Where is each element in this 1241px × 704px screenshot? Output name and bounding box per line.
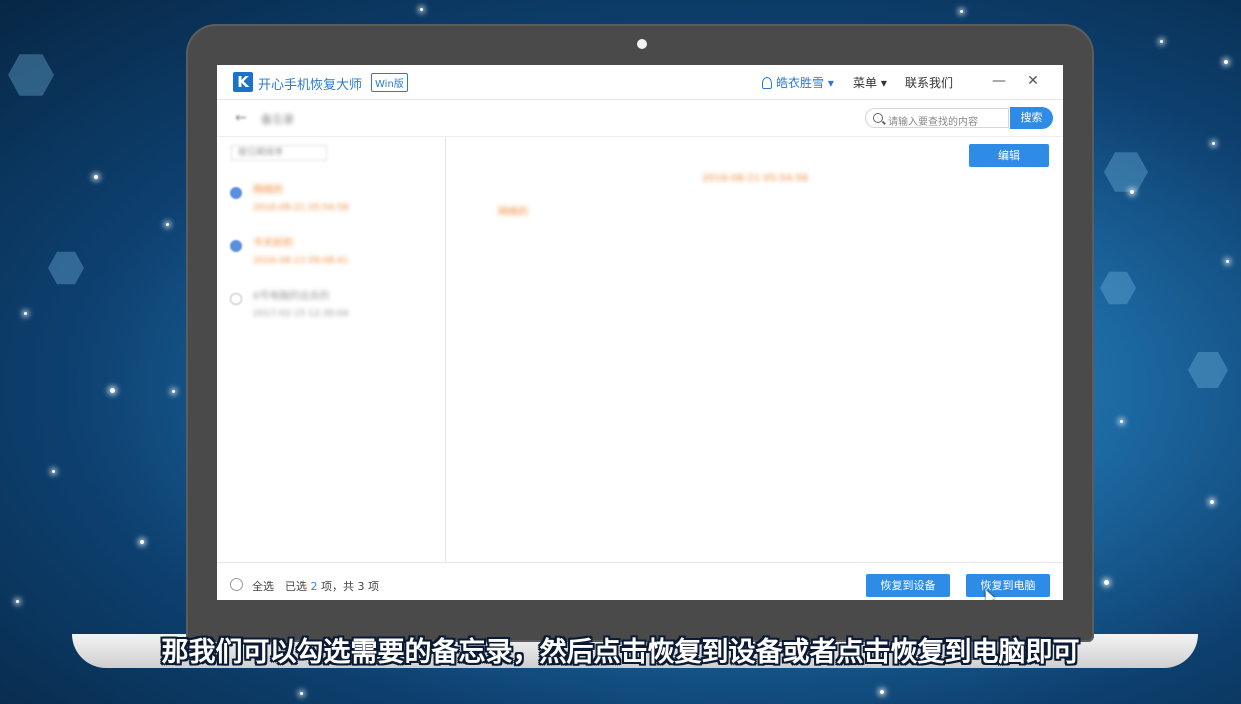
chevron-down-icon: ▾	[880, 76, 887, 90]
menu-label: 菜单	[853, 76, 878, 90]
note-title: 今天好的	[253, 238, 293, 249]
selection-count: 已选 2 项，共 3 项	[285, 578, 379, 594]
note-title: 6号电脑的出去的	[253, 291, 330, 302]
chevron-down-icon: ▾	[827, 76, 834, 90]
camera-dot	[637, 39, 647, 49]
detail-content: 网络的	[498, 207, 528, 218]
item-checkbox[interactable]	[230, 187, 242, 199]
edit-button[interactable]: 编辑	[969, 144, 1049, 167]
item-checkbox[interactable]	[230, 293, 242, 305]
video-subtitle: 那我们可以勾选需要的备忘录，然后点击恢复到设备或者点击恢复到电脑即可	[161, 637, 1080, 668]
item-checkbox[interactable]	[230, 240, 242, 252]
selected-prefix: 已选	[285, 580, 307, 593]
selected-count: 2	[310, 580, 318, 593]
toolbar: ← 备忘录 请输入要查找的内容 搜索	[217, 100, 1063, 137]
user-icon	[762, 77, 772, 89]
select-all-label[interactable]: 全选	[252, 578, 274, 594]
select-all-checkbox[interactable]	[230, 578, 243, 591]
footer-bar: 全选 已选 2 项，共 3 项 恢复到设备 恢复到电脑	[217, 562, 1063, 600]
close-icon[interactable]: ✕	[1023, 71, 1043, 91]
list-item[interactable]: 6号电脑的出去的 2017-02-15 12:30:04	[217, 279, 445, 331]
search-placeholder: 请输入要查找的内容	[888, 117, 978, 128]
app-title: 开心手机恢复大师	[258, 78, 363, 93]
search-icon	[873, 113, 883, 123]
list-item[interactable]: 网络的 2016-08-21 05:54:58	[217, 173, 445, 225]
back-arrow-icon[interactable]: ←	[235, 110, 247, 126]
search-button[interactable]: 搜索	[1010, 107, 1053, 129]
sort-select[interactable]: 按日期排序	[231, 145, 327, 161]
contact-us-link[interactable]: 联系我们	[905, 74, 953, 91]
user-account-menu[interactable]: 皓衣胜雪 ▾	[762, 74, 834, 91]
note-date: 2017-02-15 12:30:04	[253, 309, 349, 319]
list-item[interactable]: 今天好的 2016-08-13 09:08:41	[217, 226, 445, 278]
app-logo-icon: K	[233, 72, 253, 92]
note-title: 网络的	[253, 185, 283, 196]
restore-to-device-button[interactable]: 恢复到设备	[866, 574, 950, 597]
user-name: 皓衣胜雪	[776, 76, 825, 90]
edition-badge: Win版	[371, 73, 408, 92]
notes-list-pane: 按日期排序 网络的 2016-08-21 05:54:58 今天好的 2016-…	[217, 137, 446, 562]
app-window: K 开心手机恢复大师 Win版 皓衣胜雪 ▾ 菜单 ▾ 联系我们 — ✕ ← 备…	[217, 65, 1063, 600]
search-input[interactable]: 请输入要查找的内容	[865, 108, 1009, 128]
note-date: 2016-08-21 05:54:58	[253, 203, 349, 213]
title-bar: K 开心手机恢复大师 Win版 皓衣胜雪 ▾ 菜单 ▾ 联系我们 — ✕	[217, 65, 1063, 100]
note-detail-pane: 编辑 2016-08-21 05:54:58 网络的	[446, 137, 1063, 562]
restore-to-pc-button[interactable]: 恢复到电脑	[966, 574, 1050, 597]
selected-suffix: 项，共 3 项	[321, 580, 379, 593]
minimize-icon[interactable]: —	[989, 71, 1009, 91]
menu-dropdown[interactable]: 菜单 ▾	[853, 74, 887, 91]
breadcrumb: 备忘录	[261, 113, 294, 126]
detail-date: 2016-08-21 05:54:58	[702, 173, 809, 184]
note-date: 2016-08-13 09:08:41	[253, 256, 349, 266]
